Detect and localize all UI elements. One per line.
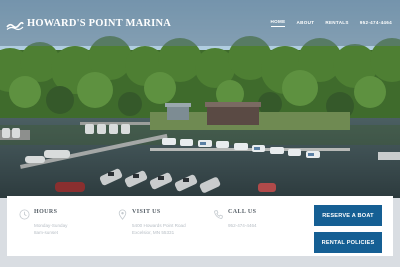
clock-icon xyxy=(19,207,30,220)
hours-title: HOURS xyxy=(34,209,58,215)
map-pin-icon xyxy=(117,207,128,220)
visit-street: 5400 Howards Point Road xyxy=(132,223,186,228)
main-nav: HOME ABOUT RENTALS 952-474-4464 xyxy=(270,19,393,27)
action-buttons: RESERVE A BOAT RENTAL POLICIES xyxy=(314,196,393,256)
rental-policies-button[interactable]: RENTAL POLICIES xyxy=(314,232,382,253)
visit-city: Excelsior, MN 55331 xyxy=(132,230,175,235)
nav-phone[interactable]: 952-474-4464 xyxy=(360,20,392,27)
brand-name: HOWARD'S POINT MARINA xyxy=(27,17,172,29)
call-title: CALL US xyxy=(228,209,257,215)
call-phone[interactable]: 952-474-4464 xyxy=(228,222,287,229)
visit-title: VISIT US xyxy=(132,209,161,215)
nav-rentals[interactable]: RENTALS xyxy=(325,20,348,27)
nav-home[interactable]: HOME xyxy=(270,19,286,27)
hours-times: 8am-sunset xyxy=(34,230,59,235)
site-header: HOWARD'S POINT MARINA HOME ABOUT RENTALS… xyxy=(0,0,400,46)
visit-section: VISIT US 5400 Howards Point Road Excelsi… xyxy=(105,196,201,256)
hours-section: HOURS Monday-Sunday 8am-sunset xyxy=(7,196,105,256)
wave-logo-icon xyxy=(6,18,24,31)
info-bar: HOURS Monday-Sunday 8am-sunset VISIT US … xyxy=(7,196,393,256)
phone-icon xyxy=(213,207,224,219)
nav-about[interactable]: ABOUT xyxy=(296,20,314,27)
hours-days: Monday-Sunday xyxy=(34,223,68,228)
reserve-boat-button[interactable]: RESERVE A BOAT xyxy=(314,205,382,226)
brand-logo[interactable]: HOWARD'S POINT MARINA xyxy=(6,17,172,31)
call-section: CALL US 952-474-4464 xyxy=(201,196,287,256)
